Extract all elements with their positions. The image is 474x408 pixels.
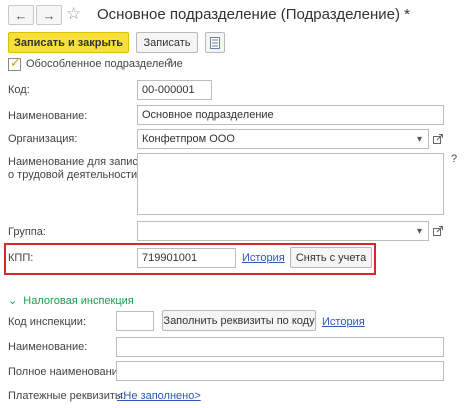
inspection-name-label: Наименование: [8, 341, 88, 353]
payment-details-label: Платежные реквизиты: [8, 390, 126, 402]
tax-inspection-section-toggle[interactable]: ⌄ Налоговая инспекция [8, 294, 134, 307]
save-and-close-button[interactable]: Записать и закрыть [8, 32, 129, 53]
organization-dropdown-button[interactable]: ▾ [413, 129, 426, 149]
checkmark-icon: ✓ [10, 55, 21, 70]
separate-unit-label: Обособленное подразделение [26, 58, 183, 70]
inspection-code-label: Код инспекции: [8, 316, 87, 328]
more-actions-button[interactable] [205, 32, 225, 53]
back-button[interactable]: ← [8, 5, 34, 25]
code-label: Код: [8, 84, 30, 96]
group-dropdown-button[interactable]: ▾ [413, 221, 426, 241]
tax-inspection-section-label: Налоговая инспекция [23, 295, 134, 307]
inspection-name-field[interactable] [116, 337, 444, 357]
page-title: Основное подразделение (Подразделение) * [97, 6, 411, 23]
code-field[interactable]: 00-000001 [137, 80, 212, 100]
open-link-icon [432, 134, 443, 144]
group-field[interactable] [137, 221, 429, 241]
star-icon[interactable]: ☆ [66, 4, 81, 24]
kpp-label: КПП: [8, 252, 34, 264]
name-field[interactable]: Основное подразделение [137, 105, 444, 125]
deregister-button[interactable]: Снять с учета [290, 247, 372, 268]
labor-name-label-line2: о трудовой деятельности: [8, 169, 141, 181]
arrow-left-icon: ← [14, 7, 28, 23]
inspection-code-field[interactable] [116, 311, 154, 331]
inspection-full-name-label: Полное наименование: [8, 366, 128, 378]
chevron-down-icon: ⌄ [8, 295, 18, 307]
group-label: Группа: [8, 226, 46, 238]
inspection-full-name-field[interactable] [116, 361, 444, 381]
save-button[interactable]: Записать [136, 32, 198, 53]
separate-unit-help-icon[interactable]: ? [166, 57, 172, 69]
inspection-history-link[interactable]: История [322, 316, 365, 328]
kpp-field[interactable]: 719901001 [137, 248, 236, 268]
payment-details-link[interactable]: <Не заполнено> [117, 390, 201, 402]
kpp-history-link[interactable]: История [242, 252, 285, 264]
arrow-right-icon: → [42, 7, 56, 23]
chevron-down-icon: ▾ [416, 133, 423, 145]
open-link-icon [432, 226, 443, 236]
labor-name-textarea[interactable] [137, 153, 444, 215]
organization-open-button[interactable] [431, 129, 444, 149]
organization-field[interactable]: Конфетпром ООО [137, 129, 429, 149]
name-label: Наименование: [8, 110, 88, 122]
group-open-button[interactable] [431, 221, 444, 241]
chevron-down-icon: ▾ [416, 225, 423, 237]
organization-label: Организация: [8, 133, 78, 145]
list-menu-icon [210, 36, 220, 49]
fill-by-code-button[interactable]: Заполнить реквизиты по коду [162, 310, 316, 331]
forward-button[interactable]: → [36, 5, 62, 25]
labor-name-help-icon[interactable]: ? [451, 153, 457, 165]
separate-unit-checkbox[interactable]: ✓ [8, 55, 21, 71]
labor-name-label-line1: Наименование для записей [8, 156, 151, 168]
